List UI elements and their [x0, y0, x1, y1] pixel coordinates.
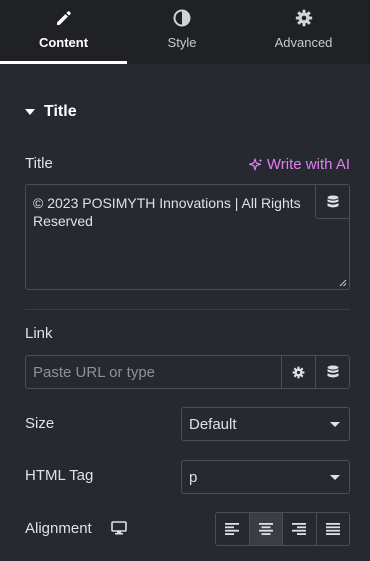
- align-left-icon: [225, 523, 240, 535]
- tab-content[interactable]: Content: [0, 0, 127, 64]
- alignment-label: Alignment: [25, 520, 92, 537]
- link-input[interactable]: Paste URL or type: [25, 355, 350, 389]
- align-left-button[interactable]: [216, 513, 249, 545]
- caret-down-icon: [25, 109, 35, 115]
- tab-style[interactable]: Style: [127, 0, 237, 64]
- tab-content-label: Content: [38, 35, 89, 50]
- gear-icon: [292, 366, 305, 378]
- align-right-icon: [292, 523, 307, 535]
- size-select-value: Default: [189, 415, 237, 433]
- title-dynamic-tags-button[interactable]: [315, 185, 349, 219]
- align-center-button[interactable]: [248, 513, 282, 545]
- size-label: Size: [25, 415, 55, 432]
- contrast-icon: [173, 9, 191, 27]
- write-with-ai-button[interactable]: Write with AI: [248, 156, 350, 173]
- size-select[interactable]: Default: [181, 407, 350, 441]
- chevron-down-icon: [330, 475, 340, 480]
- html-tag-select[interactable]: p: [181, 460, 350, 494]
- gear-icon: [295, 9, 312, 27]
- link-options-button[interactable]: [281, 356, 315, 388]
- html-tag-label: HTML Tag: [25, 467, 94, 484]
- link-input-placeholder[interactable]: Paste URL or type: [26, 356, 281, 388]
- section-toggle-title[interactable]: Title: [25, 103, 77, 121]
- divider: [25, 309, 350, 310]
- title-textarea[interactable]: © 2023 POSIMYTH Innovations | All Rights…: [25, 184, 350, 290]
- align-right-button[interactable]: [282, 513, 316, 545]
- database-icon: [327, 365, 338, 378]
- resize-handle-icon[interactable]: [339, 279, 347, 287]
- tab-advanced[interactable]: Advanced: [237, 0, 370, 64]
- align-justify-button[interactable]: [315, 513, 350, 545]
- panel-tabs: Content Style Advanced: [0, 0, 370, 64]
- tab-style-label: Style: [167, 35, 197, 50]
- write-with-ai-label: Write with AI: [266, 156, 350, 173]
- tab-advanced-label: Advanced: [274, 35, 333, 50]
- align-justify-icon: [325, 523, 340, 535]
- html-tag-select-value: p: [189, 468, 198, 486]
- title-textarea-value[interactable]: © 2023 POSIMYTH Innovations | All Rights…: [33, 194, 323, 230]
- section-title: Title: [44, 103, 77, 120]
- sparkle-icon: [248, 157, 263, 170]
- link-label: Link: [25, 325, 53, 342]
- link-dynamic-tags-button[interactable]: [315, 356, 349, 388]
- alignment-button-group: [215, 512, 350, 546]
- desktop-icon[interactable]: [111, 521, 127, 535]
- pencil-icon: [56, 11, 71, 25]
- chevron-down-icon: [330, 422, 340, 427]
- database-icon: [327, 195, 338, 207]
- align-center-icon: [258, 523, 273, 535]
- title-label: Title: [25, 155, 53, 172]
